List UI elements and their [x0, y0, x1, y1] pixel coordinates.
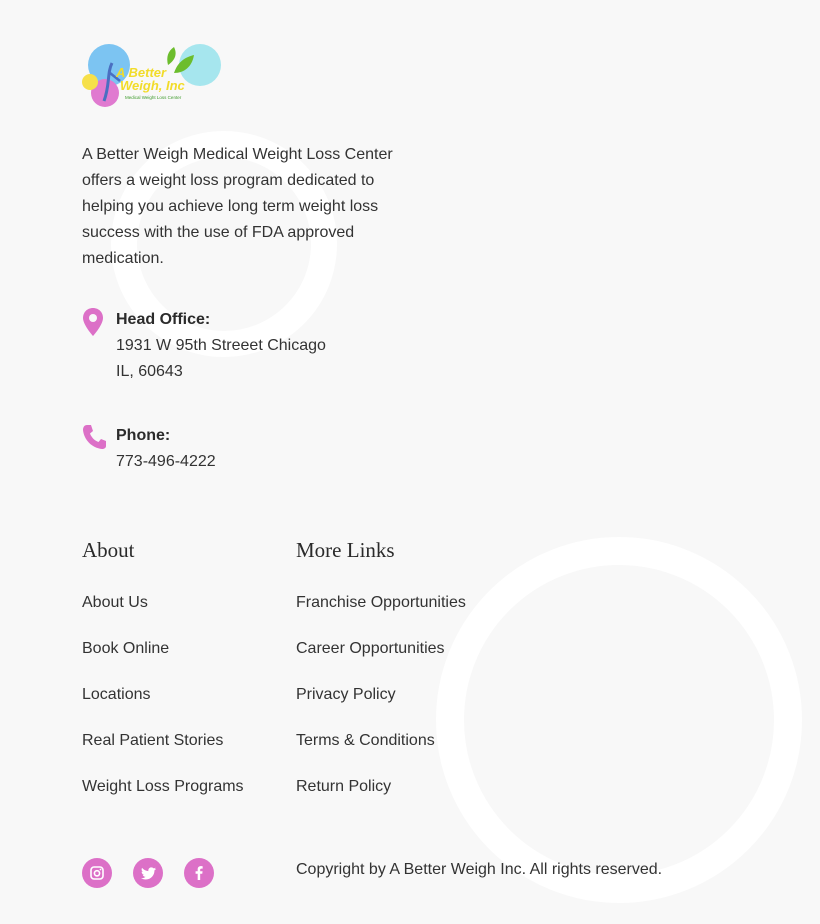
footer-link-patient-stories[interactable]: Real Patient Stories: [82, 729, 244, 775]
head-office-address: 1931 W 95th Streeet Chicago IL, 60643: [116, 333, 326, 385]
phone-icon: [83, 425, 106, 449]
footer-link-careers[interactable]: Career Opportunities: [296, 637, 466, 683]
map-pin-icon: [83, 308, 103, 336]
address-line-2: IL, 60643: [116, 363, 183, 380]
phone-title: Phone:: [116, 427, 171, 444]
intro-paragraph: A Better Weigh Medical Weight Loss Cente…: [82, 146, 393, 267]
footer-link-locations[interactable]: Locations: [82, 683, 244, 729]
copyright-text: Copyright by A Better Weigh Inc. All rig…: [296, 861, 663, 878]
twitter-icon[interactable]: [133, 858, 163, 888]
logo-text-line2: Weigh, Inc: [120, 78, 186, 93]
footer-link-franchise[interactable]: Franchise Opportunities: [296, 591, 466, 637]
more-links-list: Franchise Opportunities Career Opportuni…: [296, 591, 466, 821]
footer-link-return-policy[interactable]: Return Policy: [296, 775, 466, 821]
instagram-icon[interactable]: [82, 858, 112, 888]
decorative-ring: [436, 537, 802, 903]
footer-link-privacy[interactable]: Privacy Policy: [296, 683, 466, 729]
phone-block: Phone: 773-496-4222: [82, 423, 382, 483]
footer-link-terms[interactable]: Terms & Conditions: [296, 729, 466, 775]
more-links-heading: More Links: [296, 538, 395, 562]
company-logo[interactable]: A Better Weigh, Inc Medical Weight Loss …: [82, 43, 222, 107]
address-line-1: 1931 W 95th Streeet Chicago: [116, 337, 326, 354]
phone-number[interactable]: 773-496-4222: [116, 449, 216, 475]
footer-link-book-online[interactable]: Book Online: [82, 637, 244, 683]
facebook-icon[interactable]: [184, 858, 214, 888]
about-links: About Us Book Online Locations Real Pati…: [82, 591, 244, 821]
footer-link-weight-loss-programs[interactable]: Weight Loss Programs: [82, 775, 244, 821]
head-office-block: Head Office: 1931 W 95th Streeet Chicago…: [82, 307, 382, 387]
about-heading: About: [82, 538, 135, 562]
footer-link-about-us[interactable]: About Us: [82, 591, 244, 637]
logo-tagline: Medical Weight Loss Center: [125, 95, 182, 100]
head-office-title: Head Office:: [116, 311, 211, 328]
